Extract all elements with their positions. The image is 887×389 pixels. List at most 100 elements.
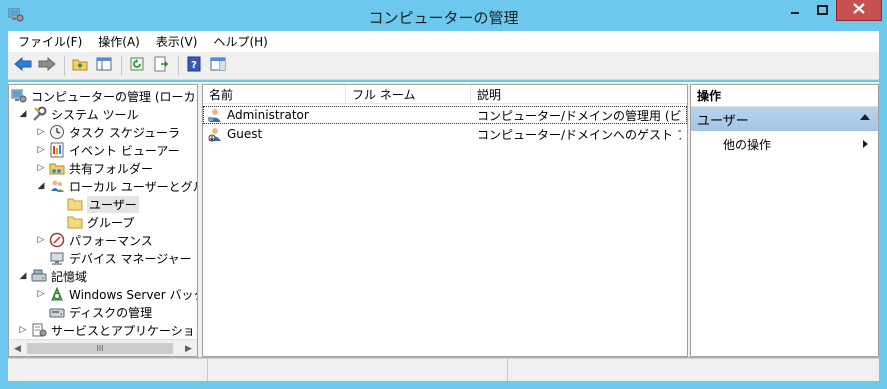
tree-item-shared-folders[interactable]: ▷ 共有フォルダー <box>35 159 153 177</box>
show-tree-button[interactable] <box>93 55 115 77</box>
disabled-user-icon <box>207 126 223 142</box>
back-button[interactable] <box>12 55 34 77</box>
svg-text:?: ? <box>191 60 197 71</box>
title-bar[interactable]: コンピューターの管理 <box>0 0 887 31</box>
tree-item-task-scheduler[interactable]: ▷ タスク スケジューラ <box>35 123 180 141</box>
submenu-arrow-icon <box>863 140 868 148</box>
action-section-users[interactable]: ユーザー <box>691 107 878 131</box>
maximize-button[interactable] <box>809 0 836 21</box>
status-cell <box>8 359 208 381</box>
forward-icon <box>38 56 56 74</box>
status-cell <box>208 359 508 381</box>
status-bar <box>8 358 879 381</box>
export-list-icon <box>153 56 169 75</box>
list-item[interactable]: Administrator コンピューター/ドメインの管理用 (ビルトイン アカ… <box>203 106 687 124</box>
user-list[interactable]: 名前 フル ネーム 説明 Administrator コンピューター/ドメインの… <box>202 84 688 357</box>
tree-item-windows-server-backup[interactable]: ▷ Windows Server バックアップ <box>35 285 197 303</box>
tree-item-storage[interactable]: ◢ 記憶域 <box>17 267 87 285</box>
action-pane-title: 操作 <box>691 85 878 107</box>
tree-item-groups[interactable]: グループ <box>67 213 134 231</box>
menu-action[interactable]: 操作(A) <box>90 33 148 50</box>
scroll-right-icon[interactable]: ▶ <box>180 340 197 356</box>
tree-item-computer-management[interactable]: コンピューターの管理 (ローカル) <box>11 87 197 105</box>
collapse-icon[interactable]: ◢ <box>17 108 29 120</box>
user-name: Administrator <box>227 108 309 122</box>
menu-file[interactable]: ファイル(F) <box>10 33 90 50</box>
navigation-tree[interactable]: コンピューターの管理 (ローカル) ◢ システム ツール ▷ タスク スケジュー… <box>8 84 198 357</box>
tree-item-label: イベント ビューアー <box>69 143 180 158</box>
expand-icon[interactable]: ▷ <box>35 288 47 300</box>
action-item-label: 他の操作 <box>723 137 772 152</box>
tree-item-services-applications[interactable]: ▷ サービスとアプリケーション <box>17 321 198 339</box>
expand-icon[interactable]: ▷ <box>35 126 47 138</box>
collapse-icon[interactable]: ◢ <box>35 180 47 192</box>
column-header-name[interactable]: 名前 <box>203 85 346 104</box>
scrollbar-grip: III <box>96 344 104 353</box>
toolbar: ? <box>8 52 879 80</box>
refresh-button[interactable] <box>126 55 148 77</box>
scroll-left-icon[interactable]: ◀ <box>9 340 26 356</box>
show-action-pane-button[interactable] <box>207 55 229 77</box>
back-icon <box>14 56 32 74</box>
tree-item-users[interactable]: ユーザー <box>67 195 139 213</box>
export-list-button[interactable] <box>150 55 172 77</box>
tree-item-disk-management[interactable]: ディスクの管理 <box>49 303 152 321</box>
help-icon: ? <box>186 56 202 75</box>
tree-item-event-viewer[interactable]: ▷ イベント ビューアー <box>35 141 180 159</box>
app-window: コンピューターの管理 ファイル(F) 操作(A) 表示(V) ヘルプ(H) ? … <box>0 0 887 389</box>
local-users-groups-icon <box>49 178 65 194</box>
tree-item-device-manager[interactable]: デバイス マネージャー <box>49 249 192 267</box>
computer-management-icon <box>11 88 27 104</box>
menu-bar: ファイル(F) 操作(A) 表示(V) ヘルプ(H) <box>8 31 879 52</box>
column-header-description[interactable]: 説明 <box>471 85 687 104</box>
close-icon <box>853 3 865 17</box>
tree-item-system-tools[interactable]: ◢ システム ツール <box>17 105 138 123</box>
user-description: コンピューター/ドメインの管理用 (ビルトイン アカウント) <box>477 108 681 123</box>
expand-icon[interactable]: ▷ <box>17 324 29 336</box>
show-tree-icon <box>96 56 112 75</box>
list-item[interactable]: Guest コンピューター/ドメインへのゲスト アクセス用 (ビルトイン アカウ… <box>203 125 687 143</box>
toolbar-separator <box>178 55 179 76</box>
expand-icon[interactable]: ▷ <box>35 162 47 174</box>
status-cell <box>508 359 878 381</box>
action-more-actions[interactable]: 他の操作 <box>691 135 878 153</box>
services-applications-icon <box>31 322 47 338</box>
scrollbar-thumb[interactable]: III <box>27 343 173 354</box>
list-header: 名前 フル ネーム 説明 <box>203 85 687 104</box>
tree-item-label: グループ <box>87 215 135 230</box>
performance-icon <box>49 232 65 248</box>
tree-item-label: Windows Server バックアップ <box>69 287 197 302</box>
menu-view[interactable]: 表示(V) <box>148 33 206 50</box>
up-folder-icon <box>72 56 88 75</box>
show-action-pane-icon <box>210 56 226 75</box>
close-button[interactable] <box>836 0 882 21</box>
device-manager-icon <box>49 250 65 266</box>
expand-icon[interactable]: ▷ <box>35 234 47 246</box>
tree-item-label: デバイス マネージャー <box>69 251 192 266</box>
folder-icon <box>67 214 83 230</box>
tree-item-label: 記憶域 <box>51 269 88 284</box>
tree-item-performance[interactable]: ▷ パフォーマンス <box>35 231 153 249</box>
action-pane: 操作 ユーザー 他の操作 <box>690 84 879 357</box>
column-header-full-name[interactable]: フル ネーム <box>346 85 471 104</box>
tree-item-label: ユーザー <box>87 195 139 213</box>
main-content: コンピューターの管理 (ローカル) ◢ システム ツール ▷ タスク スケジュー… <box>8 82 879 357</box>
forward-button[interactable] <box>36 55 58 77</box>
minimize-button[interactable] <box>781 0 809 21</box>
task-scheduler-icon <box>49 124 65 140</box>
expand-icon[interactable]: ▷ <box>35 144 47 156</box>
tree-item-local-users-groups[interactable]: ◢ ローカル ユーザーとグループ <box>35 177 197 195</box>
action-section-label: ユーザー <box>697 113 749 129</box>
tree-item-label: パフォーマンス <box>69 233 153 248</box>
collapse-section-icon[interactable] <box>860 114 870 120</box>
menu-help[interactable]: ヘルプ(H) <box>205 33 275 50</box>
help-button[interactable]: ? <box>183 55 205 77</box>
up-folder-button[interactable] <box>69 55 91 77</box>
user-description: コンピューター/ドメインへのゲスト アクセス用 (ビルトイン アカウント) <box>477 127 681 142</box>
collapse-icon[interactable]: ◢ <box>17 270 29 282</box>
tree-item-label: サービスとアプリケーション <box>51 323 198 338</box>
tree-horizontal-scrollbar[interactable]: ◀ III ▶ <box>9 339 197 356</box>
tree-item-label: タスク スケジューラ <box>69 125 180 140</box>
disk-management-icon <box>49 304 65 320</box>
tree-item-label: システム ツール <box>51 107 139 122</box>
